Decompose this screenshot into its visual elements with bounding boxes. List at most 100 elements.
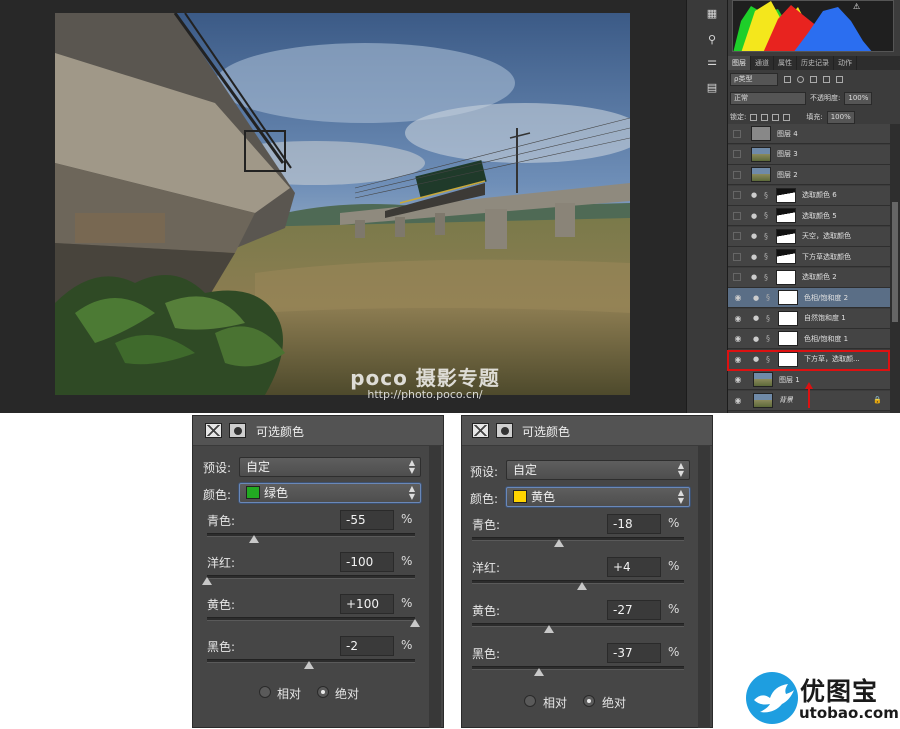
magenta-value-input[interactable]: -100 [340,552,394,572]
black-value-input[interactable]: -2 [340,636,394,656]
chain-link-icon[interactable]: § [764,211,772,220]
visibility-toggle[interactable] [733,191,741,199]
eye-icon[interactable]: ◉ [733,396,743,405]
eye-icon[interactable]: ◉ [733,293,743,302]
cyan-slider-track[interactable] [207,533,415,537]
chain-link-icon[interactable]: § [766,293,774,302]
cyan-slider-knob[interactable] [553,539,564,547]
fill-input[interactable]: 100% [826,110,855,124]
preset-select[interactable]: 自定 ▲ ▼ [506,460,690,480]
lock-all-icon[interactable] [783,113,791,121]
layers-scrollbar-thumb[interactable] [892,202,898,322]
filter-pixel-icon[interactable] [784,75,791,83]
lock-position-icon[interactable] [772,113,780,121]
adjustment-icon: ● [752,334,760,343]
absolute-radio[interactable] [317,686,329,698]
dialog-header: 可选颜色 [462,416,712,446]
visibility-toggle[interactable] [733,150,741,158]
filter-shape-icon[interactable] [823,75,830,83]
cyan-slider-knob[interactable] [248,535,259,543]
layer-row[interactable]: ● § 下方草选取颜色 [728,247,890,267]
chain-link-icon[interactable]: § [764,191,772,200]
cyan-percent: % [668,516,680,530]
relative-radio[interactable] [524,695,536,707]
yellow-slider-track[interactable] [472,623,684,627]
color-select[interactable]: 绿色 ▲ ▼ [239,483,421,503]
panel-icon-strip: ▦ ⚲ ⚌ ▤ [686,0,728,413]
black-slider-knob[interactable] [303,661,314,669]
landscape-photo [55,13,630,395]
visibility-toggle[interactable] [733,129,741,138]
tab-actions[interactable]: 动作 [834,56,857,70]
layer-kind-filter[interactable]: ρ类型 [730,72,778,86]
chain-link-icon[interactable]: § [766,314,774,323]
layer-row[interactable]: ● § 选取颜色 2 [728,267,890,288]
chain-link-icon[interactable]: § [766,334,774,343]
dialog-scrollbar[interactable] [698,446,710,728]
adjustments-panel-icon[interactable]: ⚌ [705,56,719,68]
color-swatch [246,486,260,499]
absolute-label: 绝对 [602,696,627,710]
visibility-toggle[interactable] [733,252,741,261]
eye-icon[interactable]: ◉ [733,314,743,323]
chain-link-icon[interactable]: § [764,252,772,261]
magenta-slider-knob[interactable] [577,582,588,590]
layer-row[interactable]: ◉ ● § 自然饱和度 1 [728,308,890,329]
yellow-slider-knob[interactable] [544,625,555,633]
absolute-radio[interactable] [583,695,595,707]
visibility-toggle[interactable] [733,211,741,220]
opacity-input[interactable]: 100% [844,91,873,105]
updown-arrows-icon: ▲ ▼ [408,458,415,475]
lock-image-icon[interactable] [761,113,769,121]
magenta-slider-track[interactable] [207,575,415,579]
magenta-slider-knob[interactable] [202,577,212,585]
visibility-toggle[interactable] [733,232,741,240]
visibility-toggle[interactable] [733,273,741,281]
tab-history[interactable]: 历史记录 [797,56,834,70]
dialog-scrollbar[interactable] [429,446,441,728]
eye-icon[interactable]: ◉ [733,375,743,384]
lock-icon: 🔒 [873,396,882,404]
layer-row[interactable]: 图层 3 [728,144,890,165]
magenta-value-input[interactable]: +4 [607,557,661,577]
layer-row[interactable]: ● § 选取颜色 6 [728,185,890,206]
layer-row[interactable]: ◉ ● § 色相/饱和度 2 [728,288,890,308]
brush-panel-icon[interactable]: ⚲ [705,34,719,46]
layer-row[interactable]: 图层 4 [728,124,890,144]
blend-mode-select[interactable]: 正常 [730,91,806,105]
black-value-input[interactable]: -37 [607,643,661,663]
yellow-slider-knob[interactable] [410,619,420,627]
filter-type-icon[interactable] [810,75,817,83]
lock-transparent-icon[interactable] [750,113,758,121]
info-panel-icon[interactable]: ▦ [705,8,719,20]
black-slider-knob[interactable] [533,668,544,676]
filter-adjustment-icon[interactable] [797,75,804,83]
visibility-toggle[interactable] [733,170,741,179]
relative-radio[interactable] [259,686,271,698]
layer-row[interactable]: 图层 2 [728,165,890,185]
yellow-percent: % [401,596,413,610]
filter-smart-object-icon[interactable] [836,75,843,83]
chain-link-icon[interactable]: § [764,273,772,282]
yellow-slider-track[interactable] [207,617,415,621]
photo-canvas[interactable] [55,13,630,395]
layer-row[interactable]: ◉ ● § 色相/饱和度 1 [728,329,890,349]
tab-properties[interactable]: 属性 [774,56,797,70]
black-slider-track[interactable] [472,666,684,670]
cyan-value-input[interactable]: -55 [340,510,394,530]
magenta-percent: % [668,559,680,573]
color-select[interactable]: 黄色 ▲ ▼ [506,487,690,507]
layers-scrollbar[interactable] [890,124,900,413]
yellow-value-input[interactable]: -27 [607,600,661,620]
preset-select[interactable]: 自定 ▲ ▼ [239,457,421,477]
tab-channels[interactable]: 通道 [751,56,774,70]
yellow-value-input[interactable]: +100 [340,594,394,614]
tab-layers[interactable]: 图层 [728,56,751,70]
layer-row[interactable]: ● § 天空，选取颜色 [728,226,890,247]
layer-row[interactable]: ● § 选取颜色 5 [728,206,890,226]
eye-icon[interactable]: ◉ [733,334,743,343]
cyan-value-input[interactable]: -18 [607,514,661,534]
chain-link-icon[interactable]: § [764,232,772,241]
layer-comps-icon[interactable]: ▤ [705,82,719,94]
cyan-slider-track[interactable] [472,537,684,541]
